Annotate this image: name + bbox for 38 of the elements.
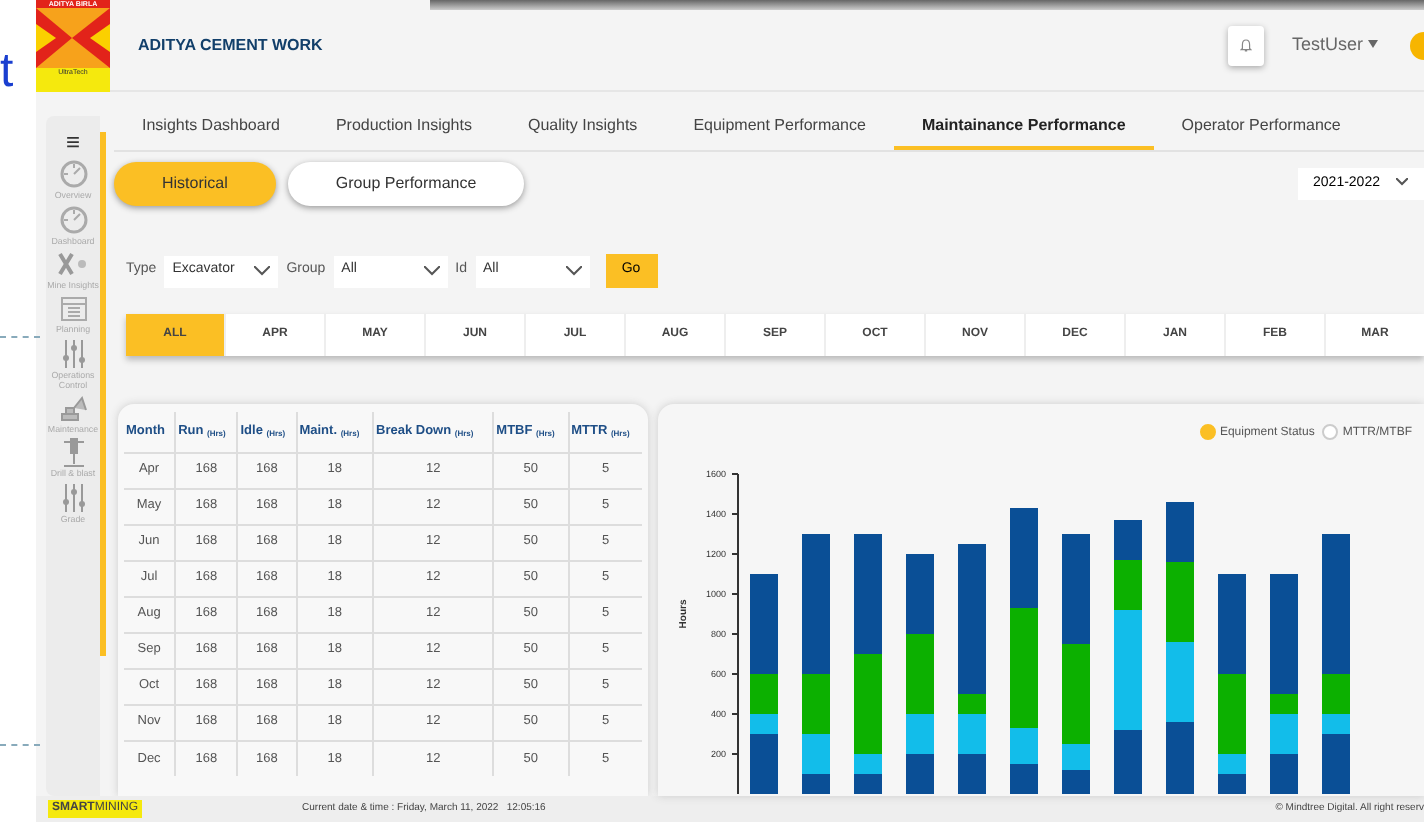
sliders-icon xyxy=(57,481,89,514)
view-toggle[interactable]: Group Performance xyxy=(287,162,525,206)
nav-tab[interactable]: Insights Dashboard xyxy=(114,104,308,150)
bar xyxy=(1166,642,1194,722)
bar xyxy=(1270,754,1298,794)
bar xyxy=(906,554,934,634)
bar xyxy=(1166,562,1194,642)
nav-tab[interactable]: Operator Performance xyxy=(1153,104,1369,150)
nav-tab[interactable]: Production Insights xyxy=(307,104,500,150)
nav-tab[interactable]: Equipment Performance xyxy=(665,104,894,150)
chevron-icon xyxy=(565,266,581,276)
bar xyxy=(1166,502,1194,562)
view-toggle[interactable]: Historical xyxy=(114,162,276,206)
chevron-icon xyxy=(423,266,440,276)
bar xyxy=(1166,722,1194,794)
gauge-icon xyxy=(57,203,89,236)
edge-letter: t xyxy=(0,48,14,96)
bar xyxy=(854,774,882,794)
bar xyxy=(958,754,986,794)
notification-bell-icon[interactable] xyxy=(1227,25,1264,65)
bar xyxy=(1218,774,1246,794)
bar xyxy=(1218,574,1246,674)
bar xyxy=(1062,534,1090,644)
bar xyxy=(854,534,882,654)
app-title: ADITYA CEMENT WORK xyxy=(138,33,323,57)
gauge-icon xyxy=(57,158,89,191)
sliders-icon xyxy=(57,337,89,370)
bar xyxy=(1010,764,1038,794)
chevron-icon xyxy=(254,266,271,276)
bar xyxy=(1062,770,1090,794)
user-menu[interactable]: TestUser xyxy=(1279,29,1390,61)
excavator-icon xyxy=(57,392,89,425)
calendar-icon xyxy=(57,292,89,325)
nav-tab[interactable]: Quality Insights xyxy=(499,104,666,150)
nav-tab[interactable]: Maintainance Performance xyxy=(893,104,1154,150)
bar xyxy=(906,754,934,794)
bar xyxy=(1010,508,1038,608)
bar xyxy=(1114,520,1142,560)
